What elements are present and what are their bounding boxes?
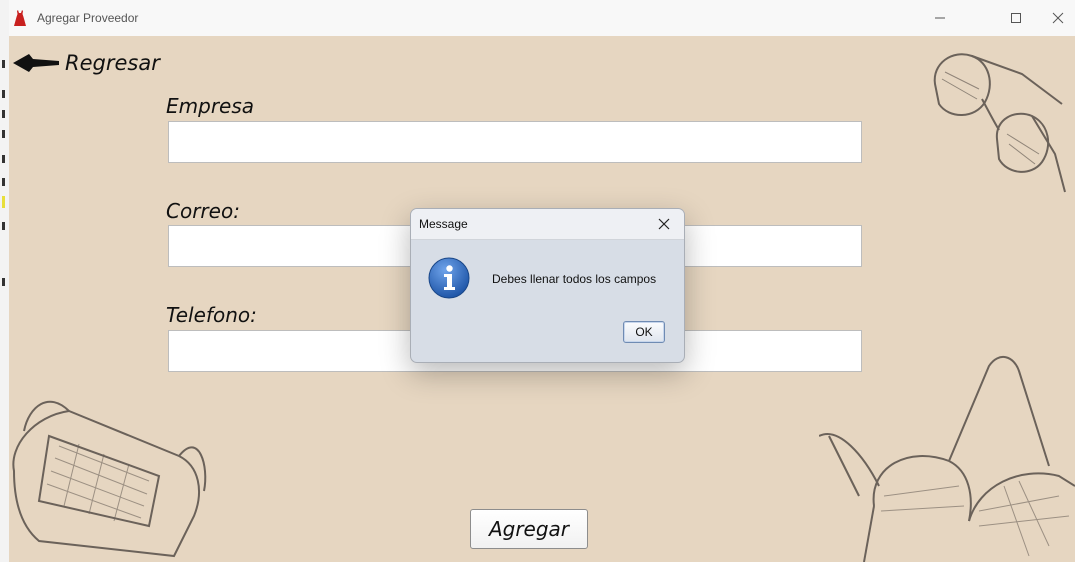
telefono-label: Telefono:	[166, 303, 257, 327]
handbag-illustration	[12, 400, 207, 558]
red-dress-icon	[14, 10, 26, 30]
dialog-message: Debes llenar todos los campos	[492, 272, 657, 286]
back-label: Regresar	[65, 51, 160, 75]
title-bar: Agregar Proveedor	[9, 0, 1075, 36]
empresa-label: Empresa	[166, 94, 255, 118]
ok-button[interactable]: OK	[623, 321, 665, 343]
correo-label: Correo:	[166, 199, 240, 223]
close-icon[interactable]	[656, 216, 672, 232]
empresa-input[interactable]	[168, 121, 862, 163]
maximize-icon[interactable]	[993, 0, 1039, 36]
agregar-button[interactable]: Agregar	[470, 509, 588, 549]
minimize-icon[interactable]	[917, 0, 963, 36]
message-dialog: Message Debes llenar todos los campos OK	[410, 208, 685, 363]
back-button[interactable]: Regresar	[13, 48, 160, 78]
bra-illustration	[819, 356, 1075, 562]
window-title: Agregar Proveedor	[37, 11, 139, 25]
dialog-title-bar: Message	[411, 209, 684, 240]
sunglasses-illustration	[933, 53, 1066, 193]
close-icon[interactable]	[1035, 0, 1075, 36]
info-icon	[427, 256, 471, 304]
arrow-left-icon	[13, 54, 59, 72]
dialog-title: Message	[419, 217, 468, 231]
